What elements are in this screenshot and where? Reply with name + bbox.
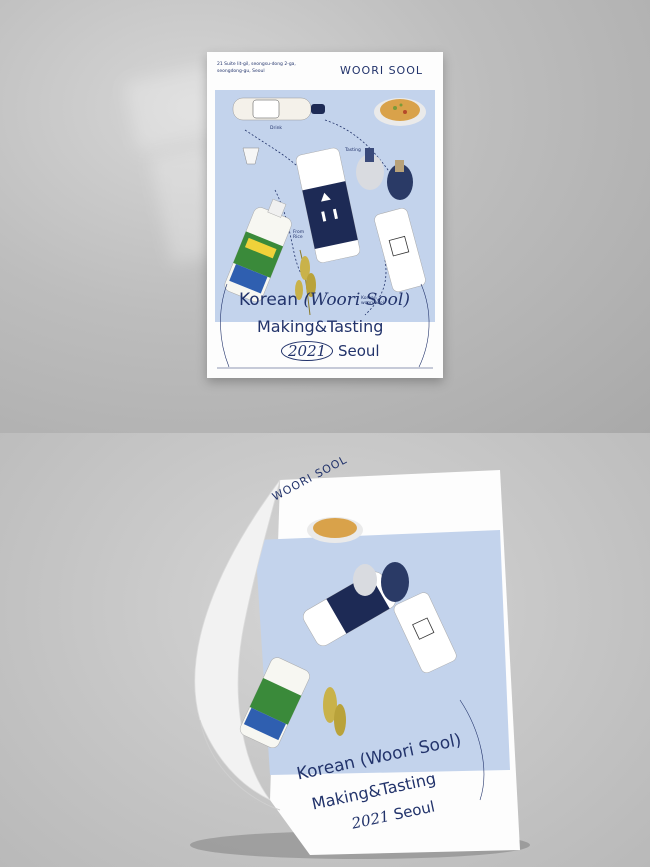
title-year: 2021 [281, 341, 334, 361]
poster-illustration [224, 97, 426, 316]
hanging-poster: 21 Suite lit-gil, seongsu-dong 2-ga, seo… [207, 52, 443, 378]
green-label-bottle-icon [224, 198, 292, 302]
poster-brand: WOORI SOOL [340, 64, 424, 77]
cup-icon [242, 147, 260, 165]
title-woori-sool: (Woori Sool) [303, 290, 410, 310]
title-korean: Korean [239, 290, 298, 310]
poster-title-making-tasting: Making&Tasting [257, 317, 384, 336]
poster-address-line2: seongdong-gu, Seoul [217, 69, 265, 74]
poster-image-panel: Drink Tasting From Rice Korean woori soo… [215, 90, 435, 322]
label-from-rice: From Rice [293, 230, 305, 240]
curled-poster: WOORI SOOL Korean (Woori Sool) Making&Ta… [160, 453, 530, 860]
label-drink: Drink [270, 126, 283, 131]
ceramic-bottles-icon [356, 148, 413, 200]
title-city: Seoul [337, 342, 380, 360]
pancake-icon [374, 98, 426, 126]
white-bottle-icon [374, 208, 426, 292]
navy-bottle-icon [295, 147, 361, 263]
label-tasting: Tasting [345, 148, 361, 153]
bottle-lying-icon [232, 97, 325, 121]
poster-address-line1: 21 Suite lit-gil, seongsu-dong 2-ga, [217, 62, 296, 67]
poster-title-korean: Korean (Woori Sool) [239, 290, 410, 310]
poster-title-year-city: 2021 Seoul [281, 341, 380, 361]
